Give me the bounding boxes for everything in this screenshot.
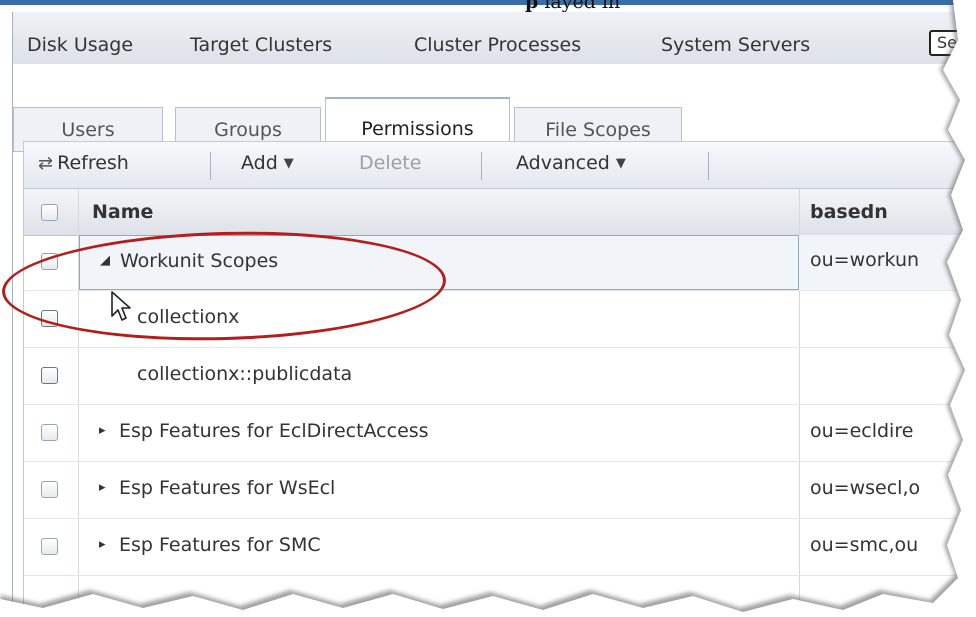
expand-arrow-icon[interactable]: ▸ xyxy=(99,423,106,438)
toolbar-separator xyxy=(210,152,211,180)
chevron-down-icon: ▼ xyxy=(615,156,626,171)
refresh-button[interactable]: ⇄ Refresh xyxy=(38,152,129,174)
top-navigation: Disk Usage Target Clusters Cluster Proce… xyxy=(13,12,976,65)
tab-bar: Users Groups Permissions File Scopes xyxy=(13,64,976,152)
table-row[interactable]: ▸ Esp Features for WsEcl ou=wsecl,o xyxy=(24,463,976,519)
name-cell[interactable]: ▸ Esp Features for EclDirectAccess xyxy=(79,406,799,461)
table-row[interactable]: collectionx::publicdata xyxy=(24,349,976,405)
row-name-label: Esp Features for WsEcl xyxy=(119,477,336,499)
add-label: Add xyxy=(241,152,278,174)
basedn-cell[interactable] xyxy=(799,292,976,347)
name-cell[interactable]: collectionx::publicdata xyxy=(79,349,799,404)
table-row[interactable]: ▸ Esp Features for EclDirectAccess ou=ecld… xyxy=(24,406,976,462)
grid-header: Name basedn xyxy=(24,189,976,236)
row-name-label: Esp Features for EclDirectAccess xyxy=(119,420,429,442)
row-name-label: collectionx::publicdata xyxy=(137,363,353,385)
window-edge-line xyxy=(0,0,976,5)
refresh-icon: ⇄ xyxy=(38,153,54,174)
document-top-strip: p layed in xyxy=(0,0,976,13)
expand-arrow-icon[interactable]: ▸ xyxy=(99,537,106,552)
expand-arrow-icon[interactable]: ▸ xyxy=(99,480,106,495)
select-all-checkbox[interactable] xyxy=(41,204,58,221)
basedn-cell[interactable] xyxy=(799,349,976,404)
delete-button[interactable]: Delete xyxy=(359,152,421,174)
header-basedn[interactable]: basedn xyxy=(810,201,888,223)
refresh-label: Refresh xyxy=(57,152,129,174)
row-name-label: Esp Features for SMC xyxy=(119,534,321,556)
chevron-down-icon: ▼ xyxy=(283,156,294,171)
row-basedn-label: ou=workun xyxy=(810,249,920,271)
row-basedn-label: ou=ecldire xyxy=(810,420,914,442)
row-basedn-label: ou=wsecl,o xyxy=(810,477,921,499)
row-basedn-label: ou=smc,ou xyxy=(810,534,919,556)
basedn-cell[interactable]: ou=ecldire xyxy=(799,406,976,461)
name-cell[interactable]: ▸ Esp Features for WsEcl xyxy=(79,463,799,518)
row-checkbox[interactable] xyxy=(41,481,58,498)
screenshot: p layed in Disk Usage Target Clusters Cl… xyxy=(0,0,976,617)
toolbar: ⇄ Refresh Add ▼ Delete Advanced ▼ xyxy=(23,141,976,189)
row-checkbox[interactable] xyxy=(41,367,58,384)
basedn-cell[interactable]: ou=smc,ou xyxy=(799,520,976,575)
advanced-label: Advanced xyxy=(516,152,610,174)
add-button[interactable]: Add ▼ xyxy=(241,152,294,174)
nav-system-servers[interactable]: System Servers xyxy=(661,34,810,56)
nav-disk-usage[interactable]: Disk Usage xyxy=(27,34,133,56)
name-cell[interactable]: ▸ Esp Features for SMC xyxy=(79,520,799,575)
advanced-button[interactable]: Advanced ▼ xyxy=(516,152,626,174)
toolbar-separator xyxy=(481,152,482,180)
basedn-cell[interactable]: ou=wsecl,o xyxy=(799,463,976,518)
nav-search-input[interactable]: Se xyxy=(929,30,976,56)
row-checkbox[interactable] xyxy=(41,424,58,441)
nav-target-clusters[interactable]: Target Clusters xyxy=(190,34,332,56)
basedn-cell[interactable]: ou=workun xyxy=(799,235,976,290)
toolbar-separator xyxy=(708,152,709,180)
table-row[interactable]: ▸ Esp Features for SMC ou=smc,ou xyxy=(24,520,976,576)
header-name[interactable]: Name xyxy=(92,201,153,223)
nav-cluster-processes[interactable]: Cluster Processes xyxy=(414,34,581,56)
mouse-pointer-icon xyxy=(111,291,131,321)
row-checkbox[interactable] xyxy=(41,538,58,555)
